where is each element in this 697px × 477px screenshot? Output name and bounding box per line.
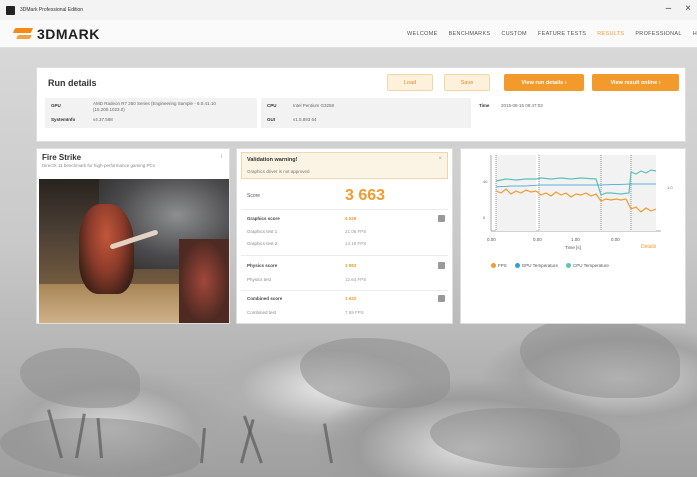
- window-title: 3DMark Professional Edition: [20, 7, 84, 13]
- info-icon[interactable]: i: [221, 154, 222, 160]
- app-icon: [6, 5, 15, 15]
- svg-text:1.0: 1.0: [667, 185, 673, 190]
- close-button[interactable]: ×: [685, 4, 691, 14]
- svg-text:0: 0: [483, 215, 486, 220]
- physics-test-label: Physics test: [247, 277, 272, 282]
- systeminfo-value: v4.37.588: [93, 117, 113, 122]
- 3dmark-logo: 3DMARK: [14, 26, 100, 42]
- nav-help[interactable]: H: [693, 31, 697, 37]
- logo-text: 3DMARK: [37, 26, 100, 42]
- cpu-value: Intel Pentium G3258: [293, 103, 335, 108]
- run-details-panel: Run details Load Save View run details ›…: [36, 67, 686, 142]
- minimize-button[interactable]: –: [666, 4, 672, 14]
- physics-score-value: 3 983: [345, 263, 357, 268]
- logo-mark-icon: [14, 26, 34, 42]
- window-titlebar: 3DMark Professional Edition – ×: [0, 0, 697, 20]
- nav-feature-tests[interactable]: FEATURE TESTS: [538, 31, 586, 37]
- x-tick-3: 1.00: [571, 237, 580, 242]
- score-card: Validation warning! Graphics driver is n…: [236, 148, 453, 324]
- legend-gpu-temperature[interactable]: GPU Temperature: [514, 263, 558, 268]
- view-run-details-button[interactable]: View run details ›: [504, 74, 584, 91]
- nav-professional[interactable]: PROFESSIONAL: [635, 31, 681, 37]
- gpu-info-block: GPU AMD Radeon R7 250 Series (Engineerin…: [45, 98, 257, 128]
- nav-benchmarks[interactable]: BENCHMARKS: [449, 31, 491, 37]
- chart-legend: FPS GPU Temperature CPU Temperature: [491, 263, 609, 268]
- time-value: 2015-08-15 09:47:03: [501, 103, 543, 108]
- physics-score-label: Physics score: [247, 263, 278, 268]
- gpu-label: GPU: [51, 103, 61, 108]
- combined-test-label: Combined test: [247, 310, 277, 315]
- gpu-value: AMD Radeon R7 250 Series (Engineering Sa…: [93, 101, 216, 112]
- app-header: 3DMARK WELCOME BENCHMARKS CUSTOM FEATURE…: [0, 20, 697, 48]
- graphics-test-2-value: 14.15 FPS: [345, 241, 367, 246]
- time-label: Time: [479, 103, 490, 108]
- graphics-test-2-label: Graphics test 2: [247, 241, 278, 246]
- svg-text:40: 40: [483, 179, 488, 184]
- x-tick-1: 0.00: [487, 237, 496, 242]
- combined-expand-icon[interactable]: [438, 295, 445, 302]
- graphics-expand-icon[interactable]: [438, 215, 445, 222]
- run-details-title: Run details: [48, 78, 97, 88]
- gpu-temp-dot-icon: [514, 263, 520, 268]
- graphics-test-1-value: 21.06 FPS: [345, 229, 367, 234]
- gui-label: GUI: [267, 117, 276, 122]
- load-button[interactable]: Load: [387, 74, 433, 91]
- combined-score-value: 1 632: [345, 296, 357, 301]
- fps-dot-icon: [491, 263, 496, 268]
- cpu-label: CPU: [267, 103, 277, 108]
- graphics-score-label: Graphics score: [247, 216, 280, 221]
- validation-warning-box: Validation warning! Graphics driver is n…: [241, 152, 448, 179]
- fire-strike-title: Fire Strike: [42, 153, 82, 162]
- cpu-temp-dot-icon: [565, 263, 571, 268]
- fire-strike-screenshot: [39, 179, 229, 323]
- graphics-score-value: 4 029: [345, 216, 357, 221]
- gui-value: v1.5.893 64: [293, 117, 317, 122]
- score-value: 3 663: [345, 187, 386, 204]
- nav-results[interactable]: RESULTS: [597, 31, 624, 37]
- run-info-strip: GPU AMD Radeon R7 250 Series (Engineerin…: [45, 98, 665, 128]
- x-tick-4: 0.00: [611, 237, 620, 242]
- warning-close-icon[interactable]: ×: [438, 156, 442, 162]
- systeminfo-label: SystemInfo: [51, 117, 76, 122]
- chart-details-button[interactable]: Details: [641, 244, 656, 250]
- monitoring-chart-card: 40 0 1.0 0.00 0.00 1.00 0.00 Time [s] De…: [460, 148, 686, 324]
- combined-score-label: Combined score: [247, 296, 283, 301]
- x-tick-2: 0.00: [533, 237, 542, 242]
- x-axis-label: Time [s]: [565, 245, 581, 250]
- graphics-test-1-label: Graphics test 1: [247, 229, 278, 234]
- nav-custom[interactable]: CUSTOM: [501, 31, 527, 37]
- physics-test-value: 12.64 FPS: [345, 277, 367, 282]
- fire-strike-card: Fire Strike DirectX 11 benchmark for hig…: [36, 148, 230, 324]
- legend-fps[interactable]: FPS: [491, 263, 507, 268]
- physics-expand-icon[interactable]: [438, 262, 445, 269]
- save-button[interactable]: Save: [444, 74, 490, 91]
- cpu-info-block: CPU Intel Pentium G3258 GUI v1.5.893 64: [261, 98, 471, 128]
- nav-welcome[interactable]: WELCOME: [407, 31, 438, 37]
- warning-title: Validation warning!: [247, 157, 298, 163]
- legend-cpu-temperature[interactable]: CPU Temperature: [565, 263, 609, 268]
- view-result-online-button[interactable]: View result online ›: [592, 74, 679, 91]
- combined-test-value: 7.59 FPS: [345, 310, 364, 315]
- score-label: Score: [247, 193, 261, 199]
- warning-text: Graphics driver is not approved: [247, 169, 310, 174]
- fire-strike-subtitle: DirectX 11 benchmark for high-performanc…: [42, 163, 155, 168]
- main-nav: WELCOME BENCHMARKS CUSTOM FEATURE TESTS …: [407, 31, 697, 37]
